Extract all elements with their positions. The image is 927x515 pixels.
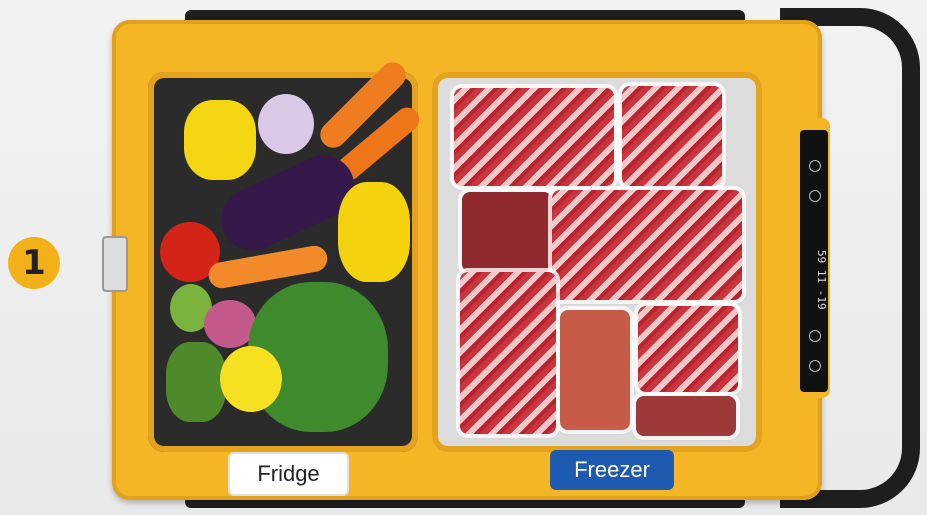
product-photo: 1 59 11 -19 Fridge Freezer [0, 0, 927, 515]
fridge-compartment [148, 56, 425, 452]
yellow-pepper-icon [184, 100, 256, 180]
fridge-label: Fridge [228, 452, 349, 496]
plus-button-icon[interactable] [809, 360, 821, 372]
control-display: 59 11 -19 [800, 130, 828, 392]
zucchini-icon [166, 342, 226, 422]
side-latch [102, 236, 128, 292]
minus-button-icon[interactable] [809, 330, 821, 342]
meat-pack-icon [460, 272, 556, 434]
lemon-icon [220, 346, 282, 412]
freezer-compartment [432, 72, 762, 452]
meat-pack-icon [552, 190, 742, 300]
meat-pack-icon [638, 306, 738, 392]
step-number-badge: 1 [8, 237, 60, 289]
meat-pack-icon [462, 192, 552, 272]
meat-pack-icon [622, 86, 722, 186]
garlic-icon [258, 94, 314, 154]
meat-pack-icon [560, 310, 630, 430]
mode-button-icon[interactable] [809, 190, 821, 202]
freezer-label: Freezer [550, 450, 674, 490]
meat-pack-icon [636, 396, 736, 436]
yellow-pepper-icon [338, 182, 410, 282]
temperature-readout: 59 11 -19 [815, 250, 828, 310]
meat-pack-icon [454, 88, 614, 186]
power-button-icon[interactable] [809, 160, 821, 172]
